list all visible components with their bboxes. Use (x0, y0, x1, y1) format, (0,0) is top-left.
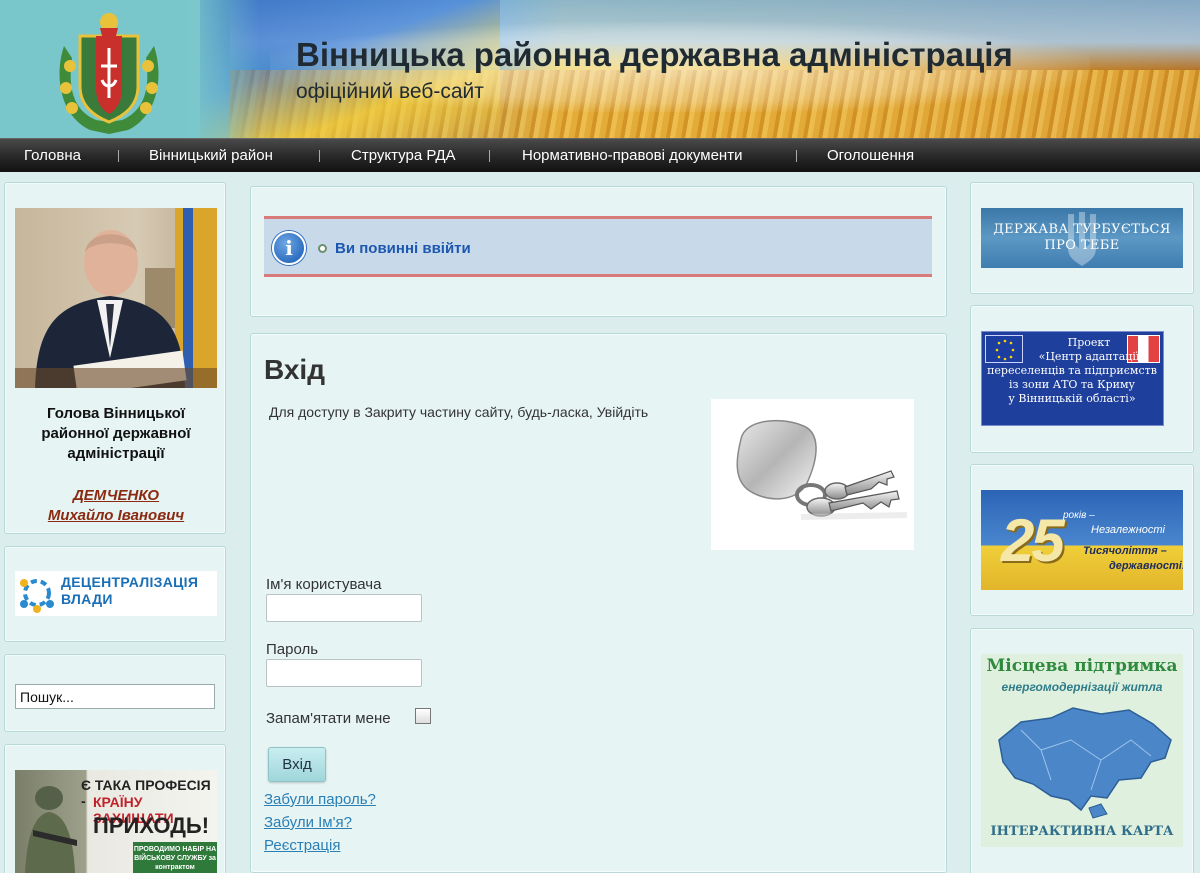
nav-item-home[interactable]: Головна (24, 147, 81, 164)
soldier-image (25, 786, 77, 873)
login-required-notice: i Ви повинні ввійти (264, 216, 932, 277)
independence-text-2: Незалежності (1091, 524, 1165, 536)
login-description: Для доступу в Закриту частину сайту, буд… (269, 404, 649, 420)
ato-text-1: «Центр адаптації (1038, 350, 1140, 363)
forgot-password-link[interactable]: Забули пароль? (264, 791, 376, 808)
leader-caption: Голова Вінницької районної державної адм… (41, 405, 191, 462)
password-input[interactable] (266, 659, 422, 687)
ato-text-0: Проект (1067, 336, 1111, 349)
username-label: Ім'я користувача (266, 576, 382, 593)
energy-text-1: Місцева підтримка (986, 656, 1178, 676)
ato-text-4: у Вінницькій області» (1008, 392, 1136, 405)
state-cares-text-2: ПРО ТЕБЕ (1044, 238, 1120, 253)
nav-item-documents[interactable]: Нормативно-правові документи (522, 147, 742, 164)
forgot-username-link[interactable]: Забули Ім'я? (264, 814, 352, 831)
login-title: Вхід (264, 354, 325, 385)
leader-name-link[interactable]: ДЕМЧЕНКО Михайло Іванович (15, 486, 217, 526)
independence-years: 25 (1001, 507, 1065, 574)
keys-icon (736, 419, 908, 520)
remember-label: Запам'ятати мене (266, 710, 391, 727)
nav-item-district[interactable]: Вінницький район (149, 147, 273, 164)
nav-separator (319, 150, 320, 162)
nav-separator (489, 150, 490, 162)
decentralization-text-1: ДЕЦЕНТРАЛІЗАЦІЯ (61, 574, 199, 590)
search-input[interactable] (15, 684, 215, 709)
ato-text-3: із зони АТО та Криму (1008, 378, 1136, 391)
site-subtitle: офіційний веб-сайт (296, 80, 484, 103)
ato-text-2: переселенців та підприємств (987, 364, 1157, 377)
username-input[interactable] (266, 594, 422, 622)
password-label: Пароль (266, 641, 319, 658)
army-badge: ПРОВОДИМО НАБІР НА ВІЙСЬКОВУ СЛУЖБУ за к… (133, 842, 217, 873)
leader-surname[interactable]: ДЕМЧЕНКО (15, 486, 217, 506)
info-icon: i (272, 231, 306, 265)
leader-portrait-image (15, 208, 217, 388)
keys-image (711, 399, 914, 550)
independence-banner[interactable]: 25 років – Незалежності Тисячоліття – де… (981, 490, 1183, 590)
nav-separator (796, 150, 797, 162)
login-button[interactable]: Вхід (268, 747, 326, 782)
energy-text-2: енергомодернізації житла (1001, 680, 1163, 694)
army-text-3: ПРИХОДЬ! (93, 813, 210, 838)
state-cares-banner[interactable]: ДЕРЖАВА ТУРБУЄТЬСЯ ПРО ТЕБЕ (981, 208, 1183, 268)
coat-of-arms-icon[interactable] (50, 6, 168, 134)
nav-item-announcements[interactable]: Оголошення (827, 147, 914, 164)
nav-separator (118, 150, 119, 162)
energy-text-3: ІНТЕРАКТИВНА КАРТА (990, 824, 1174, 839)
main-nav: Головна Вінницький район Структура РДА Н… (0, 138, 1200, 172)
army-recruitment-banner[interactable]: Є ТАКА ПРОФЕСІЯ - КРАЇНУ ЗАХИЩАТИ ПРИХОД… (15, 770, 217, 873)
independence-text-1: років – (1063, 510, 1095, 521)
bullet-icon (318, 244, 327, 253)
site-header: Вінницька районна державна адміністрація… (0, 0, 1200, 138)
notice-message: Ви повинні ввійти (335, 240, 471, 257)
decentralization-text-2: ВЛАДИ (61, 591, 113, 607)
leader-photo (15, 208, 217, 388)
decentralization-logo-icon (20, 579, 54, 613)
independence-text-4: державності! (1109, 560, 1183, 572)
register-link[interactable]: Реєстрація (264, 837, 340, 854)
leader-given-names[interactable]: Михайло Іванович (15, 506, 217, 526)
decentralization-banner[interactable]: ДЕЦЕНТРАЛІЗАЦІЯ ВЛАДИ (15, 571, 217, 616)
remember-checkbox[interactable] (415, 708, 431, 724)
ukraine-map-icon (998, 707, 1172, 819)
independence-text-3: Тисячоліття – (1083, 545, 1167, 557)
nav-item-structure[interactable]: Структура РДА (351, 147, 456, 164)
state-cares-text-1: ДЕРЖАВА ТУРБУЄТЬСЯ (993, 222, 1171, 237)
ato-project-banner[interactable]: Проект «Центр адаптації переселенців та … (981, 331, 1164, 426)
energy-map-banner[interactable]: Місцева підтримка енергомодернізації жит… (981, 654, 1183, 847)
site-title: Вінницька районна державна адміністрація (296, 36, 1013, 73)
